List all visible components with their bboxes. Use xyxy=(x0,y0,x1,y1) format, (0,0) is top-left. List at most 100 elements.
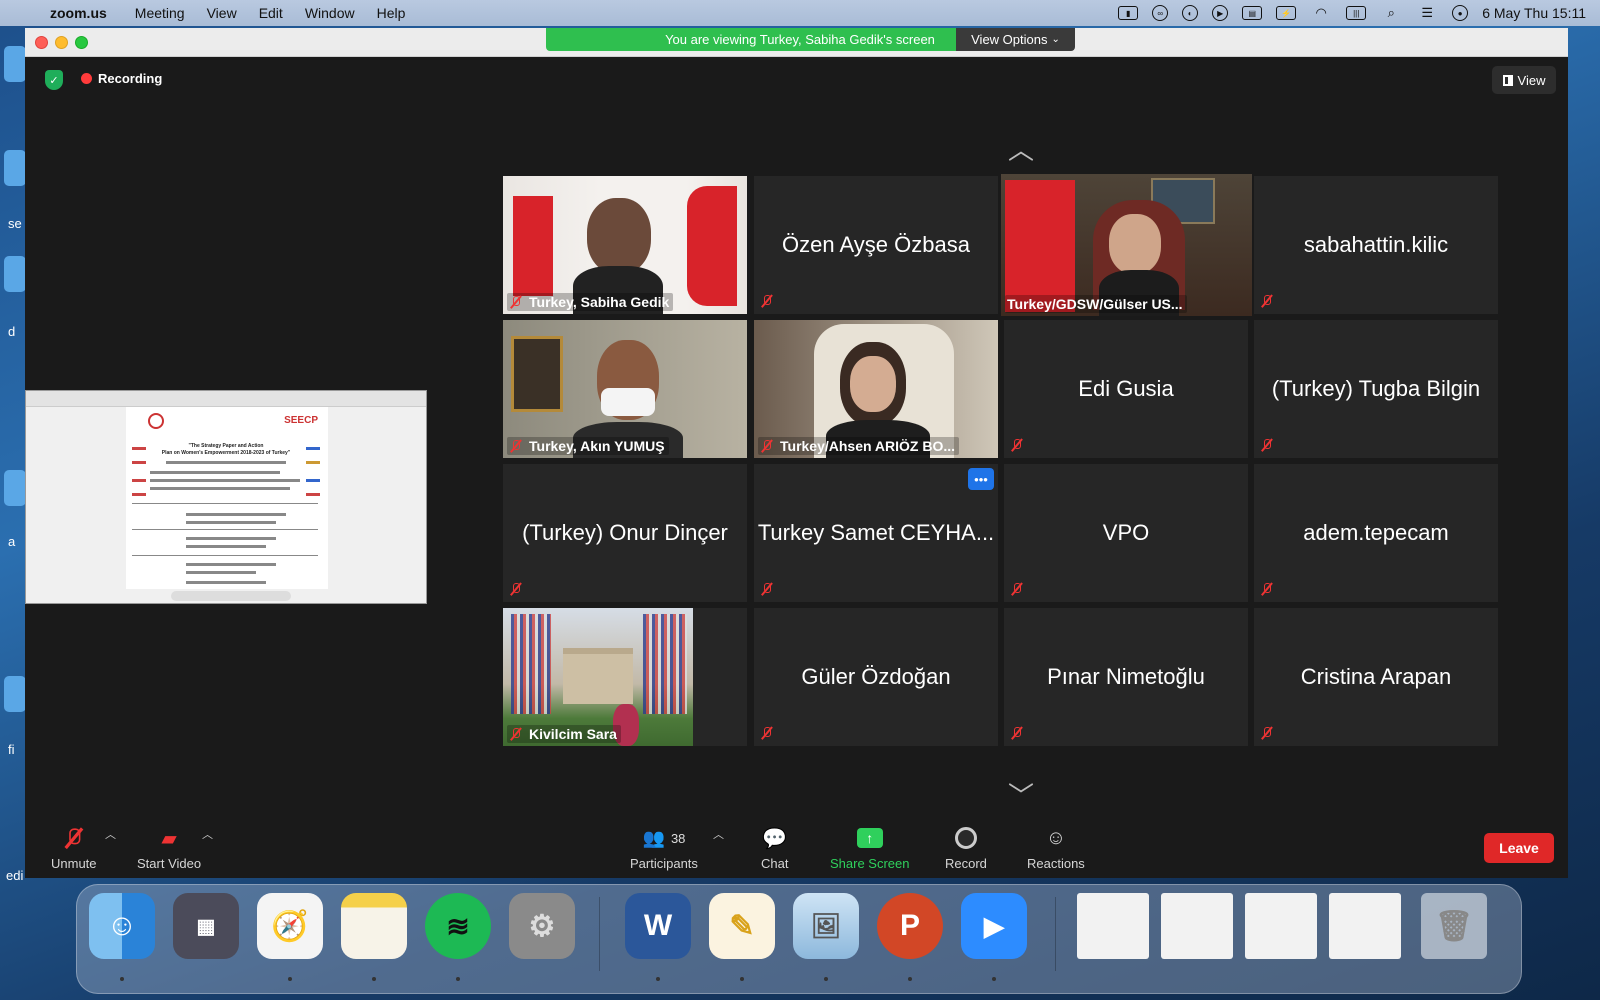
recent-document-thumbnail[interactable] xyxy=(1329,893,1401,959)
launchpad-icon[interactable]: ▦ xyxy=(173,893,239,959)
building-image xyxy=(563,648,633,704)
video-options-caret[interactable]: ︿ xyxy=(202,826,213,842)
trash-icon[interactable]: 🗑 xyxy=(1421,893,1487,959)
participants-options-caret[interactable]: ︿ xyxy=(713,826,724,842)
control-center-icon[interactable]: ☰ xyxy=(1416,5,1438,21)
fullscreen-window-button[interactable] xyxy=(75,36,88,49)
video-tile[interactable]: Turkey, Sabiha Gedik xyxy=(503,176,747,314)
menu-meeting[interactable]: Meeting xyxy=(135,5,185,21)
participant-name: Turkey, Sabiha Gedik xyxy=(529,294,670,310)
video-tile[interactable]: VPO xyxy=(1004,464,1248,602)
battery-icon[interactable]: ⚡ xyxy=(1276,6,1297,20)
chevron-down-icon[interactable]: ﹀ xyxy=(1001,776,1041,813)
video-tile[interactable]: (Turkey) Tugba Bilgin xyxy=(1254,320,1498,458)
video-tile[interactable]: Cristina Arapan xyxy=(1254,608,1498,746)
siri-icon[interactable]: ● xyxy=(1452,5,1469,21)
document-line xyxy=(186,521,276,524)
more-options-button[interactable]: ••• xyxy=(968,468,994,490)
shared-document-page: SEECP "The Strategy Paper and Action Pla… xyxy=(126,407,328,589)
video-tile[interactable]: Turkey, Akın YUMUŞ xyxy=(503,320,747,458)
menu-help[interactable]: Help xyxy=(377,5,406,21)
document-line xyxy=(150,487,290,490)
view-options-button[interactable]: View Options ⌄ xyxy=(956,28,1075,51)
vpn-globe-icon[interactable]: ◐ xyxy=(1182,5,1199,21)
participant-person xyxy=(850,356,896,412)
creative-cloud-icon[interactable]: ∞ xyxy=(1152,5,1169,21)
chevron-up-icon[interactable]: ︿ xyxy=(1001,130,1041,167)
chevron-down-icon: ⌄ xyxy=(1051,34,1060,45)
keyboard-icon[interactable]: ▤ xyxy=(1242,6,1263,20)
flag-icon xyxy=(306,493,320,496)
unmute-button[interactable]: Unmute xyxy=(51,824,97,871)
desktop-file-icon[interactable] xyxy=(4,470,26,506)
video-tile[interactable]: Özen Ayşe Özbasa xyxy=(754,176,998,314)
document-line xyxy=(186,571,256,574)
start-video-button[interactable]: ▰ Start Video xyxy=(137,824,201,872)
video-tile[interactable]: Edi Gusia xyxy=(1004,320,1248,458)
share-screen-button[interactable]: ↑ Share Screen xyxy=(830,824,910,871)
mic-muted-icon xyxy=(509,295,523,309)
view-button[interactable]: View xyxy=(1492,66,1556,94)
powerpoint-icon[interactable]: P xyxy=(877,893,943,959)
video-tile[interactable]: Turkey Samet CEYHA... ••• xyxy=(754,464,998,602)
video-tile[interactable]: Güler Özdoğan xyxy=(754,608,998,746)
mic-muted-icon xyxy=(509,727,523,741)
shared-screen-thumbnail[interactable]: SEECP "The Strategy Paper and Action Pla… xyxy=(25,390,427,604)
notes-icon[interactable] xyxy=(341,893,407,959)
running-indicator xyxy=(740,977,744,981)
chat-bubble-icon: 💬 xyxy=(762,827,788,850)
record-button[interactable]: Record xyxy=(945,824,987,871)
close-window-button[interactable] xyxy=(35,36,48,49)
audio-options-caret[interactable]: ︿ xyxy=(105,826,116,842)
word-icon[interactable]: W xyxy=(625,893,691,959)
minimize-window-button[interactable] xyxy=(55,36,68,49)
safari-icon[interactable]: 🧭 xyxy=(257,893,323,959)
desktop-file-icon[interactable] xyxy=(4,150,26,186)
leave-button[interactable]: Leave xyxy=(1484,833,1554,863)
desktop-label: edi xyxy=(6,868,24,883)
zoom-status-icon[interactable]: ▮ xyxy=(1118,6,1139,20)
video-tile[interactable]: Pınar Nimetoğlu xyxy=(1004,608,1248,746)
pages-icon[interactable]: ✎ xyxy=(709,893,775,959)
document-line xyxy=(186,563,276,566)
preview-icon[interactable]: 🖼 xyxy=(793,893,859,959)
shield-check-icon[interactable]: ✓ xyxy=(45,70,63,90)
participants-button[interactable]: 👥 38 Participants xyxy=(630,824,698,872)
recent-document-thumbnail[interactable] xyxy=(1077,893,1149,959)
reactions-button[interactable]: ☺ Reactions xyxy=(1027,824,1085,872)
finder-icon[interactable]: ☺ xyxy=(89,893,155,959)
participant-name: Cristina Arapan xyxy=(1300,664,1452,689)
play-icon[interactable]: ▶ xyxy=(1212,5,1229,21)
desktop-file-icon[interactable] xyxy=(4,676,26,712)
menu-view[interactable]: View xyxy=(207,5,237,21)
dock-separator xyxy=(1055,897,1056,971)
recording-indicator[interactable]: Recording xyxy=(81,71,162,86)
menu-edit[interactable]: Edit xyxy=(259,5,283,21)
chat-button[interactable]: 💬 Chat xyxy=(761,824,788,872)
desktop-label: d xyxy=(8,324,16,339)
desktop-file-icon[interactable] xyxy=(4,46,26,82)
running-indicator xyxy=(992,977,996,981)
search-icon[interactable]: ⌕ xyxy=(1380,5,1402,21)
system-preferences-icon[interactable]: ⚙ xyxy=(509,893,575,959)
video-tile[interactable]: Turkey/Ahsen ARIÖZ BO... xyxy=(754,320,998,458)
zoom-icon[interactable]: ▶ xyxy=(961,893,1027,959)
video-tile[interactable]: sabahattin.kilic xyxy=(1254,176,1498,314)
spotify-icon[interactable]: ≋ xyxy=(425,893,491,959)
video-tile[interactable]: (Turkey) Onur Dinçer xyxy=(503,464,747,602)
video-tile[interactable]: adem.tepecam xyxy=(1254,464,1498,602)
pdf-viewer-controls[interactable] xyxy=(171,591,291,601)
memory-icon[interactable]: ||| xyxy=(1346,6,1367,20)
video-tile[interactable]: Kivilcim Sara xyxy=(503,608,747,746)
wifi-icon[interactable]: ◠ xyxy=(1310,5,1332,21)
video-tile-active-speaker[interactable]: Turkey/GDSW/Gülser US... xyxy=(1001,174,1252,316)
participant-name: Güler Özdoğan xyxy=(801,664,951,689)
menu-window[interactable]: Window xyxy=(305,5,355,21)
desktop-file-icon[interactable] xyxy=(4,256,26,292)
dock-separator xyxy=(599,897,600,971)
menubar-clock[interactable]: 6 May Thu 15:11 xyxy=(1482,5,1586,21)
participant-name: Edi Gusia xyxy=(1078,376,1174,401)
recent-document-thumbnail[interactable] xyxy=(1245,893,1317,959)
menu-app-zoom[interactable]: zoom.us xyxy=(50,5,107,21)
recent-document-thumbnail[interactable] xyxy=(1161,893,1233,959)
